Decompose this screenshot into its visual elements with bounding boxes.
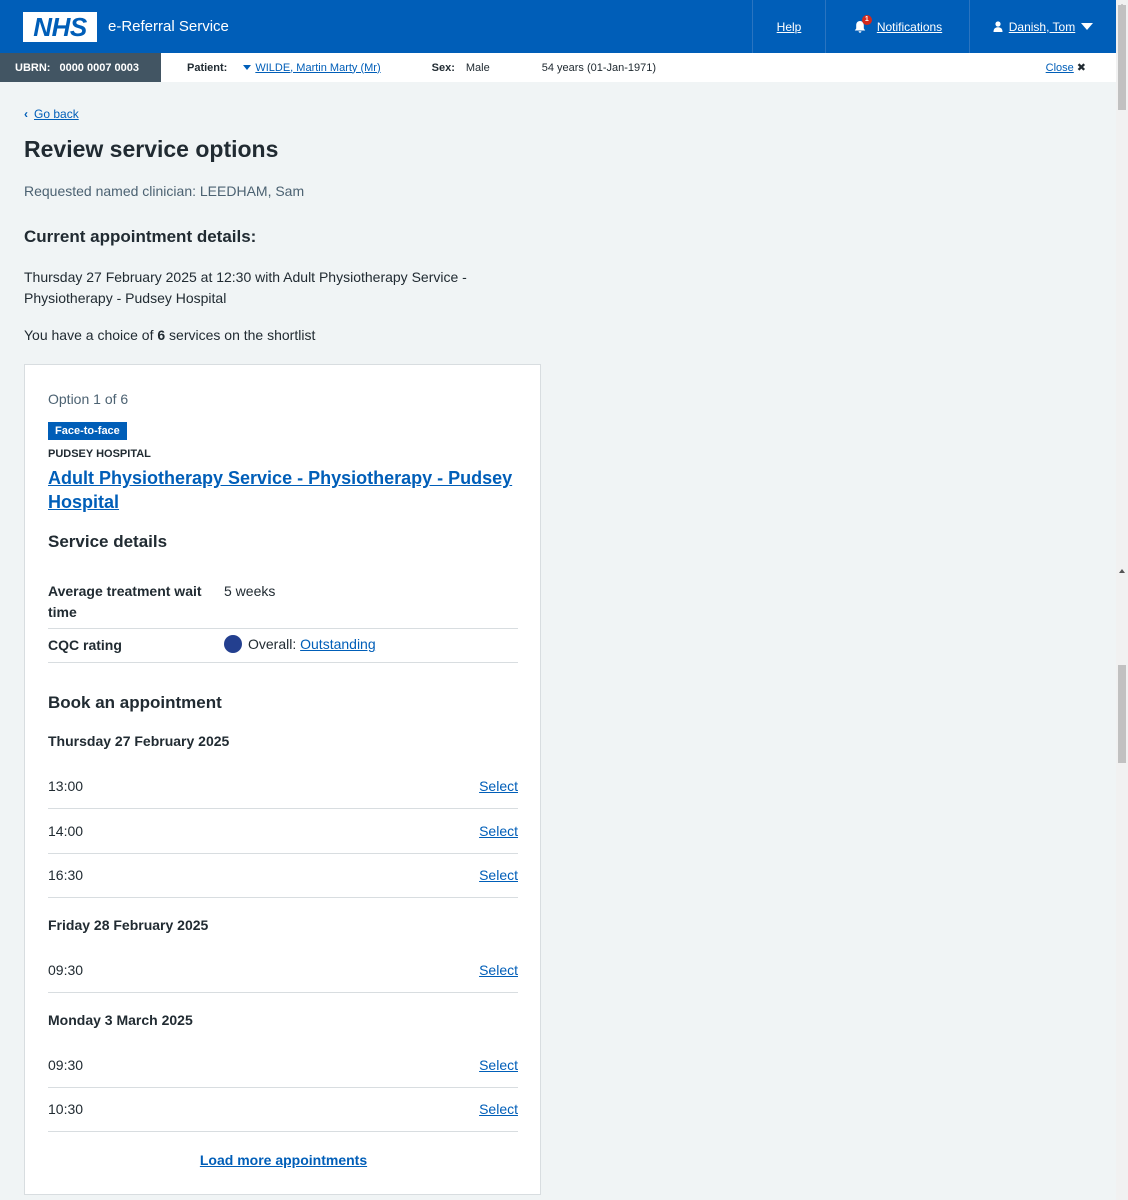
- notification-count-badge: 1: [861, 14, 872, 25]
- wait-time-label: Average treatment wait time: [48, 583, 202, 620]
- shortlist-count: 6: [157, 327, 166, 343]
- cqc-rating-row: CQC rating Overall: Outstanding: [48, 629, 518, 663]
- bell-icon[interactable]: 1: [853, 14, 872, 34]
- help-nav-item: Help: [752, 0, 825, 53]
- wait-time-row: Average treatment wait time 5 weeks: [48, 581, 518, 629]
- appointment-type-tag: Face-to-face: [48, 422, 127, 440]
- day-heading: Thursday 27 February 2025: [48, 733, 230, 749]
- appointment-slot: 16:30 Select: [48, 853, 518, 898]
- user-name-link[interactable]: Danish, Tom: [1009, 20, 1075, 34]
- go-back-link[interactable]: ‹ Go back: [24, 107, 79, 121]
- appointment-slot: 09:30 Select: [48, 948, 518, 993]
- patient-details-toggle[interactable]: WILDE, Martin Marty (Mr): [243, 62, 381, 74]
- requested-clinician: Requested named clinician: LEEDHAM, Sam: [24, 183, 305, 199]
- day-heading: Friday 28 February 2025: [48, 917, 209, 933]
- nhs-logo[interactable]: NHS: [23, 11, 97, 42]
- slot-time: 14:00: [48, 823, 84, 839]
- select-slot-link[interactable]: Select: [479, 867, 518, 883]
- cqc-rating-value: Overall: Outstanding: [224, 635, 376, 653]
- close-button[interactable]: Close ✖: [1046, 61, 1086, 74]
- sex-label: Sex:: [431, 61, 455, 74]
- appointment-slot: 13:00 Select: [48, 764, 518, 809]
- cqc-overall-prefix: Overall:: [248, 636, 297, 652]
- service-name-link[interactable]: Adult Physiotherapy Service - Physiother…: [48, 466, 518, 514]
- appointment-slot: 09:30 Select: [48, 1043, 518, 1088]
- slot-time: 09:30: [48, 962, 84, 978]
- help-link[interactable]: Help: [777, 20, 802, 34]
- appointment-slot: 14:00 Select: [48, 809, 518, 854]
- patient-age: 54 years (01-Jan-1971): [541, 61, 657, 74]
- current-appointment-details: Thursday 27 February 2025 at 12:30 with …: [24, 269, 467, 306]
- close-icon[interactable]: ✖: [1077, 61, 1086, 74]
- book-appointment-heading: Book an appointment: [48, 693, 222, 712]
- chevron-down-icon[interactable]: [1081, 23, 1094, 30]
- go-back-label: Go back: [34, 107, 79, 121]
- ubrn-label: UBRN:: [15, 61, 51, 74]
- user-menu[interactable]: Danish, Tom: [969, 0, 1116, 53]
- ubrn-block: UBRN: 0000 0007 0003: [0, 53, 161, 82]
- option-label: Option 1 of 6: [48, 391, 129, 407]
- notifications-link[interactable]: Notifications: [877, 20, 942, 34]
- slot-time: 10:30: [48, 1101, 84, 1117]
- header-nav: Help 1 Notifications Danish, Tom: [752, 0, 1116, 53]
- caret-down-icon: [243, 65, 252, 71]
- patient-name-link[interactable]: WILDE, Martin Marty (Mr): [255, 62, 380, 74]
- patient-banner: UBRN: 0000 0007 0003 Patient: WILDE, Mar…: [0, 53, 1116, 82]
- shortlist-suffix: services on the shortlist: [165, 327, 316, 343]
- person-icon: [993, 21, 1003, 32]
- appointment-slot: 10:30 Select: [48, 1087, 518, 1132]
- load-more-appointments-link[interactable]: Load more appointments: [200, 1152, 367, 1168]
- page-title: Review service options: [24, 136, 279, 162]
- cqc-rating-label: CQC rating: [48, 637, 122, 653]
- day-heading: Monday 3 March 2025: [48, 1012, 193, 1028]
- notifications-nav-item: 1 Notifications: [825, 0, 969, 53]
- scrollbar-thumb-inner[interactable]: [1118, 665, 1126, 763]
- scroll-up-icon[interactable]: [1119, 569, 1125, 573]
- load-more-wrapper: Load more appointments: [25, 1152, 542, 1168]
- scrollbar-thumb[interactable]: [1118, 5, 1126, 110]
- select-slot-link[interactable]: Select: [479, 1057, 518, 1073]
- slot-time: 09:30: [48, 1057, 84, 1073]
- sex-value: Male: [465, 61, 490, 74]
- top-header: NHS e-Referral Service Help 1 Notificati…: [0, 0, 1116, 53]
- chevron-left-icon: ‹: [24, 107, 28, 121]
- service-details-heading: Service details: [48, 532, 168, 551]
- shortlist-summary: You have a choice of 6 services on the s…: [24, 327, 315, 343]
- hospital-name: PUDSEY HOSPITAL: [48, 448, 151, 460]
- wait-time-value: 5 weeks: [224, 583, 276, 599]
- cqc-rating-link[interactable]: Outstanding: [300, 636, 376, 652]
- shortlist-prefix: You have a choice of: [24, 327, 158, 343]
- close-link[interactable]: Close: [1046, 62, 1074, 74]
- service-option-card: Option 1 of 6 Face-to-face PUDSEY HOSPIT…: [24, 364, 541, 1195]
- current-appointment-heading: Current appointment details:: [24, 227, 257, 246]
- service-name[interactable]: e-Referral Service: [108, 18, 229, 35]
- select-slot-link[interactable]: Select: [479, 778, 518, 794]
- cqc-rating-dot-icon: [224, 635, 242, 653]
- slot-time: 13:00: [48, 778, 84, 794]
- scrollbar[interactable]: [1116, 0, 1128, 1200]
- ubrn-value: 0000 0007 0003: [59, 61, 139, 74]
- select-slot-link[interactable]: Select: [479, 1101, 518, 1117]
- slot-time: 16:30: [48, 867, 84, 883]
- select-slot-link[interactable]: Select: [479, 823, 518, 839]
- patient-label: Patient:: [187, 61, 228, 74]
- select-slot-link[interactable]: Select: [479, 962, 518, 978]
